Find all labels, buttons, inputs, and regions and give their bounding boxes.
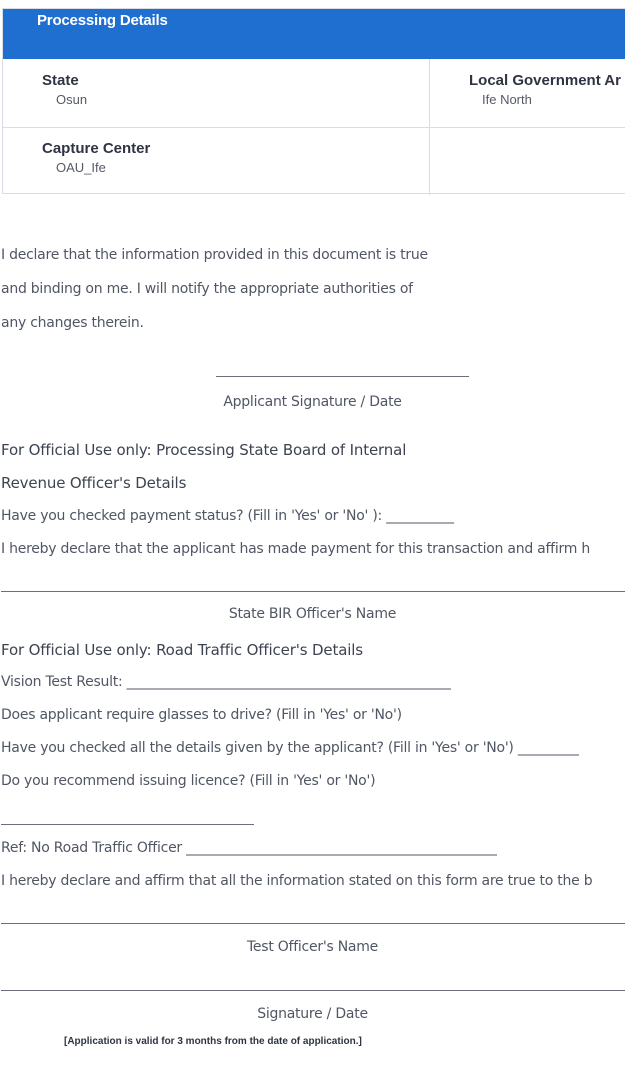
bir-officer-name-line xyxy=(1,591,625,592)
applicant-signature-line xyxy=(216,376,469,377)
test-officer-name-caption: Test Officer's Name xyxy=(247,939,378,955)
vision-test-result: Vision Test Result: ____________________… xyxy=(1,674,451,690)
details-checked-question: Have you checked all the details given b… xyxy=(1,740,579,756)
road-section-heading: For Official Use only: Road Traffic Offi… xyxy=(1,641,363,659)
capture-center-label: Capture Center xyxy=(42,140,151,157)
processing-details-card: Processing Details State Osun Local Gove… xyxy=(2,8,625,195)
declaration-line-3: any changes therein. xyxy=(1,315,144,331)
road-traffic-officer-ref: Ref: No Road Traffic Officer ___________… xyxy=(1,840,497,856)
affirmation-statement: I hereby declare and affirm that all the… xyxy=(1,873,593,889)
lga-value: Ife North xyxy=(482,92,532,107)
lga-label: Local Government Ar xyxy=(469,72,621,89)
bir-section-heading-1: For Official Use only: Processing State … xyxy=(1,441,407,459)
test-officer-name-line xyxy=(1,923,625,924)
payment-declaration: I hereby declare that the applicant has … xyxy=(1,541,590,557)
state-value: Osun xyxy=(56,92,88,107)
column-divider xyxy=(429,59,430,195)
bir-section-heading-2: Revenue Officer's Details xyxy=(1,474,187,492)
row-divider xyxy=(3,127,625,128)
recommend-answer-line xyxy=(1,824,254,825)
applicant-signature-caption: Applicant Signature / Date xyxy=(223,394,402,410)
validity-note: [Application is valid for 3 months from … xyxy=(64,1036,362,1047)
payment-status-question: Have you checked payment status? (Fill i… xyxy=(1,508,454,524)
recommend-licence-question: Do you recommend issuing licence? (Fill … xyxy=(1,773,376,789)
bir-officer-name-caption: State BIR Officer's Name xyxy=(228,606,397,622)
processing-details-title: Processing Details xyxy=(37,12,168,29)
glasses-question: Does applicant require glasses to drive?… xyxy=(1,707,402,723)
state-label: State xyxy=(42,72,79,89)
signature-date-caption: Signature / Date xyxy=(257,1006,368,1022)
capture-center-value: OAU_Ife xyxy=(56,160,106,175)
declaration-line-1: I declare that the information provided … xyxy=(1,247,428,263)
officer-signature-line xyxy=(1,990,625,991)
declaration-line-2: and binding on me. I will notify the app… xyxy=(1,281,413,297)
processing-details-header: Processing Details xyxy=(3,9,625,59)
